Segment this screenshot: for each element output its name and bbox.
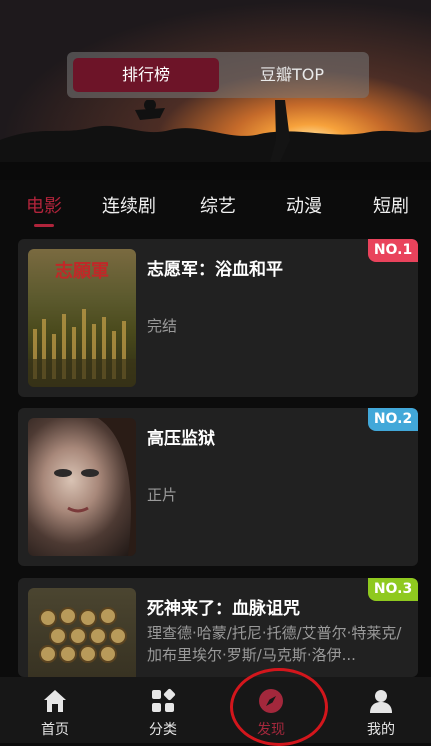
poster-image: 志願軍 — [28, 249, 136, 387]
segment-douban-top[interactable]: 豆瓣TOP — [219, 58, 365, 92]
item-status: 正片 — [147, 486, 178, 504]
logs-art — [39, 607, 127, 663]
face-art — [54, 418, 136, 556]
tab-label: 首页 — [41, 722, 69, 738]
tab-series[interactable]: 连续剧 — [102, 192, 156, 218]
crowd-art — [28, 309, 136, 387]
home-icon — [44, 690, 66, 712]
item-cast: 理查德·哈蒙/托尼·托德/艾普尔·特莱克/加布里埃尔·罗斯/马克斯·洛伊... — [147, 624, 402, 664]
hero-banner: 排行榜 豆瓣TOP — [0, 0, 431, 180]
bottom-tab-bar: 首页 分类 发现 我的 — [0, 677, 431, 743]
item-title: 志愿军：浴血和平 — [147, 260, 283, 280]
tab-profile[interactable]: 我的 — [338, 677, 424, 743]
tab-label: 分类 — [149, 722, 177, 738]
item-title: 死神来了：血脉诅咒 — [147, 599, 300, 619]
category-tabs: 电影 连续剧 综艺 动漫 短剧 — [0, 180, 431, 230]
item-status: 完结 — [147, 317, 178, 335]
tab-anime[interactable]: 动漫 — [286, 192, 322, 218]
user-icon — [370, 690, 392, 713]
poster-image — [28, 588, 136, 677]
ranking-segmented-control: 排行榜 豆瓣TOP — [67, 52, 369, 98]
silhouette-image — [0, 100, 431, 180]
tab-category[interactable]: 分类 — [120, 677, 206, 743]
ranking-card[interactable]: 高压监狱 正片 NO.2 — [18, 408, 418, 566]
rank-badge: NO.2 — [368, 408, 418, 431]
ranking-card[interactable]: 志願軍 志愿军：浴血和平 完结 NO.1 — [18, 239, 418, 397]
active-tab-indicator — [34, 224, 54, 227]
tab-movie[interactable]: 电影 — [26, 192, 62, 218]
highlight-circle-annotation — [230, 668, 328, 746]
rank-badge: NO.1 — [368, 239, 418, 262]
poster-image — [28, 418, 136, 556]
category-icon — [152, 688, 176, 712]
rank-badge: NO.3 — [368, 578, 418, 601]
item-title: 高压监狱 — [147, 429, 215, 449]
tab-label: 我的 — [367, 722, 395, 738]
tab-variety[interactable]: 综艺 — [200, 192, 236, 218]
tab-short-drama[interactable]: 短剧 — [373, 192, 409, 218]
ranking-card[interactable]: 死神来了：血脉诅咒 理查德·哈蒙/托尼·托德/艾普尔·特莱克/加布里埃尔·罗斯/… — [18, 578, 418, 677]
tab-home[interactable]: 首页 — [12, 677, 98, 743]
segment-ranking[interactable]: 排行榜 — [73, 58, 219, 92]
